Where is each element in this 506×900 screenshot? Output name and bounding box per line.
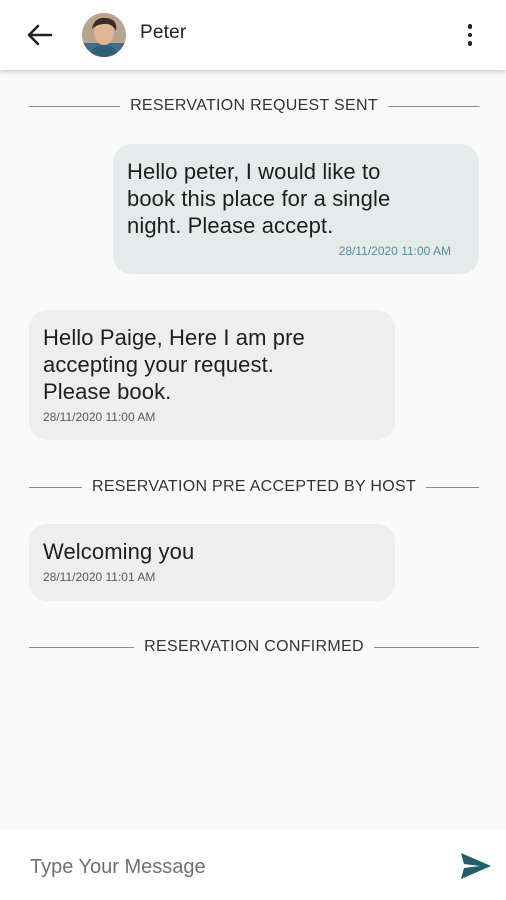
arrow-back-icon — [27, 24, 53, 46]
message-bubble-received[interactable]: Welcoming you 28/11/2020 11:01 AM — [29, 524, 395, 601]
avatar[interactable] — [82, 13, 126, 57]
message-timestamp: 28/11/2020 11:00 AM — [43, 410, 156, 424]
status-divider-confirmed: RESERVATION CONFIRMED — [29, 637, 479, 657]
message-composer — [0, 830, 506, 900]
contact-name: Peter — [140, 22, 187, 43]
message-timestamp: 28/11/2020 11:00 AM — [338, 244, 451, 258]
divider-label: RESERVATION CONFIRMED — [144, 638, 364, 655]
status-divider-pre-accepted: RESERVATION PRE ACCEPTED BY HOST — [29, 477, 480, 497]
back-button[interactable] — [22, 18, 58, 52]
more-options-button[interactable] — [460, 20, 480, 50]
message-text: Welcoming you — [43, 539, 195, 564]
status-divider-request-sent: RESERVATION REQUEST SENT — [29, 96, 479, 116]
send-icon — [461, 853, 491, 879]
message-bubble-sent[interactable]: Hello peter, I would like to book this p… — [113, 144, 479, 274]
app-bar: Peter — [0, 0, 506, 70]
divider-label: RESERVATION PRE ACCEPTED BY HOST — [91, 478, 417, 495]
send-button[interactable] — [460, 852, 492, 880]
more-vert-icon — [467, 24, 473, 29]
divider-label: RESERVATION REQUEST SENT — [130, 97, 378, 114]
avatar-photo — [82, 13, 126, 57]
message-bubble-received[interactable]: Hello Paige, Here I am pre accepting you… — [29, 310, 395, 440]
message-text: Hello peter, I would like to book this p… — [127, 159, 391, 238]
message-input[interactable] — [30, 852, 430, 882]
message-timestamp: 28/11/2020 11:01 AM — [43, 570, 156, 584]
message-text: Hello Paige, Here I am pre accepting you… — [43, 325, 305, 404]
